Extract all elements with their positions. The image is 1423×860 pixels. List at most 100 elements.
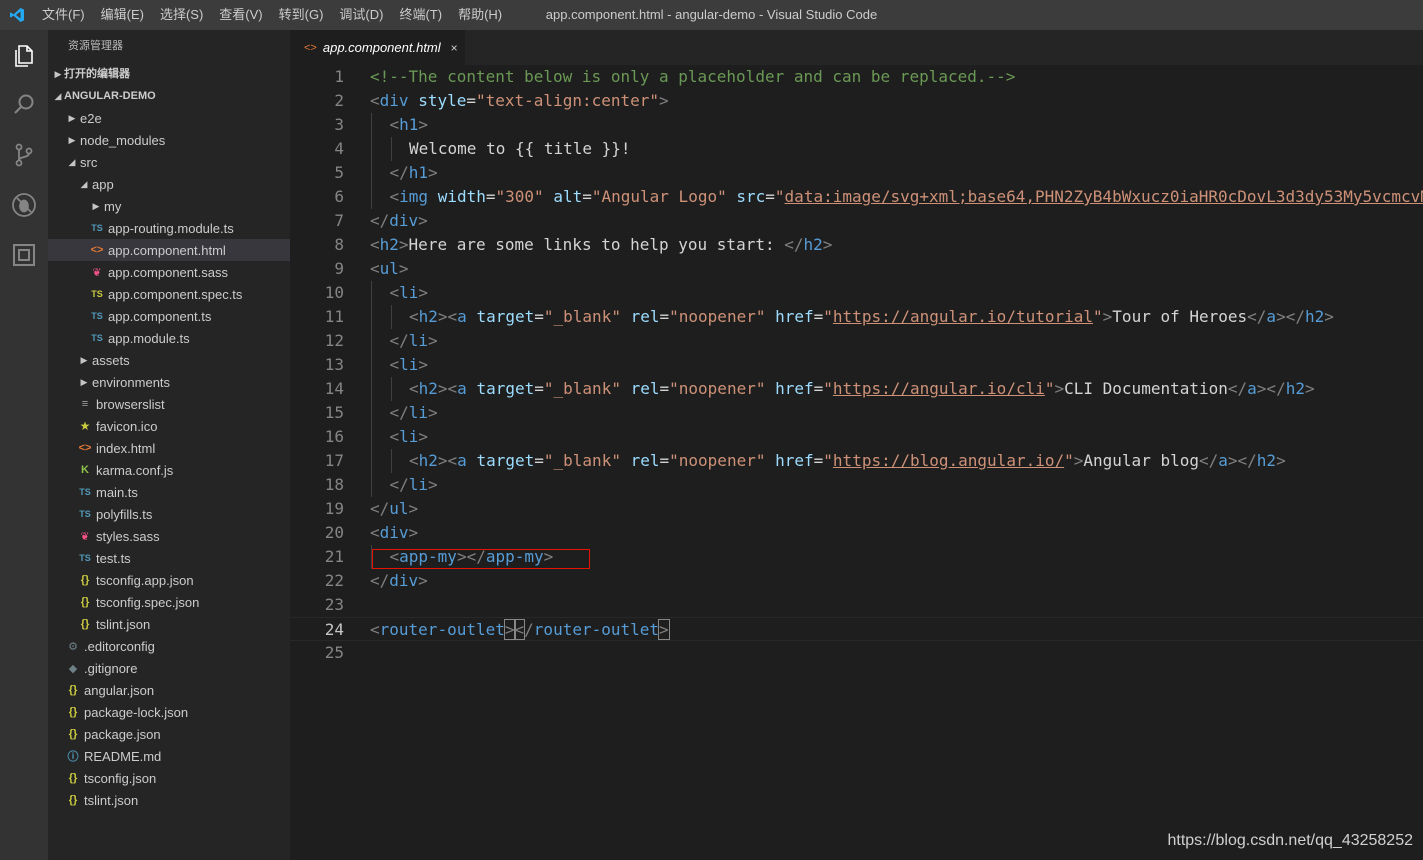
explorer-icon[interactable]: [0, 30, 48, 80]
tree-folder[interactable]: ▶ e2e: [48, 107, 290, 129]
tree-file[interactable]: ≡ browserslist: [48, 393, 290, 415]
code-token: ul: [379, 259, 399, 278]
code-line[interactable]: 18 </li>: [290, 473, 1423, 497]
tree-file[interactable]: {} tslint.json: [48, 789, 290, 811]
code-token: >: [658, 619, 670, 640]
code-token: li: [408, 475, 429, 494]
menu-item[interactable]: 查看(V): [211, 0, 270, 30]
tree-file[interactable]: ⓘ README.md: [48, 745, 290, 767]
code-line[interactable]: 4 Welcome to {{ title }}!: [290, 137, 1423, 161]
code-line[interactable]: 15 </li>: [290, 401, 1423, 425]
code-token: >: [418, 211, 428, 230]
code-line[interactable]: 9 <ul>: [290, 257, 1423, 281]
tree-file[interactable]: {} tslint.json: [48, 613, 290, 635]
html-file-icon: <>: [78, 442, 92, 454]
tree-file[interactable]: TS app.component.spec.ts: [48, 283, 290, 305]
menu-item[interactable]: 帮助(H): [450, 0, 510, 30]
menu-item[interactable]: 选择(S): [152, 0, 211, 30]
code-token: >: [398, 235, 409, 254]
code-token: Angular blog: [1083, 451, 1199, 470]
tree-file[interactable]: {} tsconfig.json: [48, 767, 290, 789]
menu-item[interactable]: 文件(F): [34, 0, 93, 30]
code-editor[interactable]: 1 <!--The content below is only a placeho…: [290, 65, 1423, 860]
code-text: <!--The content below is only a placehol…: [370, 65, 1015, 89]
code-line[interactable]: 10 <li>: [290, 281, 1423, 305]
code-line[interactable]: 20 <div>: [290, 521, 1423, 545]
open-editors-section[interactable]: ▶ 打开的编辑器: [48, 63, 290, 85]
extensions-icon[interactable]: [0, 230, 48, 280]
line-number: 2: [334, 91, 344, 110]
tree-folder[interactable]: ▶ my: [48, 195, 290, 217]
tree-file[interactable]: TS app.component.ts: [48, 305, 290, 327]
code-line[interactable]: 24 <router-outlet></router-outlet>: [290, 617, 1423, 641]
line-number: 12: [324, 331, 344, 350]
tree-folder[interactable]: ◢ app: [48, 173, 290, 195]
indent-guide: [371, 185, 372, 209]
tree-folder[interactable]: ◢ src: [48, 151, 290, 173]
tree-file[interactable]: {} package.json: [48, 723, 290, 745]
code-line[interactable]: 19 </ul>: [290, 497, 1423, 521]
menu-item[interactable]: 终端(T): [391, 0, 450, 30]
indent-guide: [371, 401, 372, 425]
tree-file[interactable]: {} angular.json: [48, 679, 290, 701]
menu-item[interactable]: 编辑(E): [93, 0, 152, 30]
code-line[interactable]: 8 <h2>Here are some links to help you sta…: [290, 233, 1423, 257]
code-line[interactable]: 21 <app-my></app-my>: [290, 545, 1423, 569]
tab-app-component-html[interactable]: <> app.component.html ×: [290, 30, 465, 65]
code-line[interactable]: 11 <h2><a target="_blank" rel="noopener" …: [290, 305, 1423, 329]
menu-item[interactable]: 转到(G): [271, 0, 332, 30]
tree-file[interactable]: ◆ .gitignore: [48, 657, 290, 679]
code-line[interactable]: 23: [290, 593, 1423, 617]
code-token: =: [813, 379, 824, 398]
code-line[interactable]: 12 </li>: [290, 329, 1423, 353]
tree-file[interactable]: Kkarma.conf.js: [48, 459, 290, 481]
debug-icon[interactable]: [0, 180, 48, 230]
tree-file[interactable]: {} tsconfig.spec.json: [48, 591, 290, 613]
code-token: rel: [630, 379, 660, 398]
tree-file[interactable]: <> index.html: [48, 437, 290, 459]
tree-folder[interactable]: ▶ assets: [48, 349, 290, 371]
tsyellow-file-icon: TS: [91, 289, 103, 299]
line-number: 8: [334, 235, 344, 254]
tree-file[interactable]: {} package-lock.json: [48, 701, 290, 723]
tree-file[interactable]: ❦ app.component.sass: [48, 261, 290, 283]
code-line[interactable]: 17 <h2><a target="_blank" rel="noopener" …: [290, 449, 1423, 473]
code-line[interactable]: 14 <h2><a target="_blank" rel="noopener" …: [290, 377, 1423, 401]
code-line[interactable]: 25: [290, 641, 1423, 665]
menu-item[interactable]: 调试(D): [331, 0, 391, 30]
tree-file[interactable]: TS app-routing.module.ts: [48, 217, 290, 239]
line-number: 5: [334, 163, 344, 182]
tree-file[interactable]: TS main.ts: [48, 481, 290, 503]
tree-file[interactable]: TS polyfills.ts: [48, 503, 290, 525]
tree-folder[interactable]: ▶ environments: [48, 371, 290, 393]
tree-item-label: tslint.json: [84, 792, 139, 808]
tree-file[interactable]: ⚙ .editorconfig: [48, 635, 290, 657]
tree-folder[interactable]: ▶ node_modules: [48, 129, 290, 151]
tree-file[interactable]: ★ favicon.ico: [48, 415, 290, 437]
tree-file[interactable]: TS app.module.ts: [48, 327, 290, 349]
code-line[interactable]: 7 </div>: [290, 209, 1423, 233]
code-text: Welcome to {{ title }}!: [409, 137, 631, 161]
code-line[interactable]: 3 <h1>: [290, 113, 1423, 137]
code-line[interactable]: 5 </h1>: [290, 161, 1423, 185]
code-line[interactable]: 16 <li>: [290, 425, 1423, 449]
search-icon[interactable]: [0, 80, 48, 130]
code-line[interactable]: 13 <li>: [290, 353, 1423, 377]
project-section[interactable]: ◢ ANGULAR-DEMO: [48, 85, 290, 107]
code-text: </div>: [370, 569, 428, 593]
code-line[interactable]: 2 <div style="text-align:center">: [290, 89, 1423, 113]
tree-file[interactable]: {} tsconfig.app.json: [48, 569, 290, 591]
close-icon[interactable]: ×: [451, 41, 458, 55]
tree-file[interactable]: <> app.component.html: [48, 239, 290, 261]
code-token: </: [389, 331, 409, 350]
indent-guide: [371, 113, 372, 137]
tree-file[interactable]: ❦ styles.sass: [48, 525, 290, 547]
code-text: <app-my></app-my>: [390, 545, 554, 569]
chevron-right-icon: ▶: [92, 200, 100, 211]
code-line[interactable]: 22 </div>: [290, 569, 1423, 593]
code-line[interactable]: 6 <img width="300" alt="Angular Logo" src…: [290, 185, 1423, 209]
source-control-icon[interactable]: [0, 130, 48, 180]
tree-file[interactable]: TS test.ts: [48, 547, 290, 569]
code-line[interactable]: 1 <!--The content below is only a placeho…: [290, 65, 1423, 89]
code-token: ></: [456, 547, 486, 566]
